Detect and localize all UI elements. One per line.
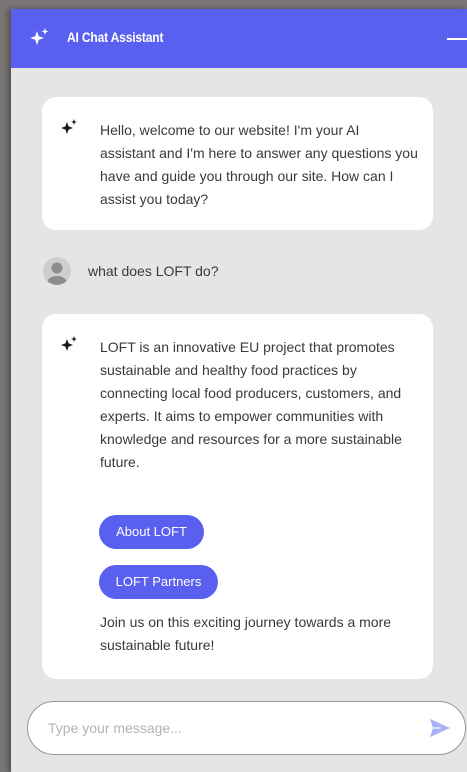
bot-closing-text: Join us on this exciting journey towards… xyxy=(100,614,392,653)
chat-title: AI Chat Assistant xyxy=(67,29,164,45)
bot-message: LOFT is an innovative EU project that pr… xyxy=(42,314,433,679)
user-message-text: what does LOFT do? xyxy=(88,263,219,279)
user-avatar-icon xyxy=(43,257,71,285)
minimize-icon[interactable] xyxy=(447,38,467,40)
chat-header: AI Chat Assistant xyxy=(11,9,467,68)
sparkle-icon xyxy=(59,118,79,138)
bot-message-text: LOFT is an innovative EU project that pr… xyxy=(100,339,402,470)
message-input[interactable] xyxy=(48,716,408,740)
about-loft-button[interactable]: About LOFT xyxy=(99,515,204,549)
sparkle-icon xyxy=(28,27,50,49)
bot-message: Hello, welcome to our website! I'm your … xyxy=(42,97,433,230)
chat-window: AI Chat Assistant Hello, welcome to our … xyxy=(11,9,467,772)
send-icon[interactable] xyxy=(429,718,451,738)
loft-partners-button[interactable]: LOFT Partners xyxy=(99,565,218,599)
sparkle-icon xyxy=(59,335,79,355)
message-composer xyxy=(27,701,466,755)
bot-message-text: Hello, welcome to our website! I'm your … xyxy=(100,122,418,207)
